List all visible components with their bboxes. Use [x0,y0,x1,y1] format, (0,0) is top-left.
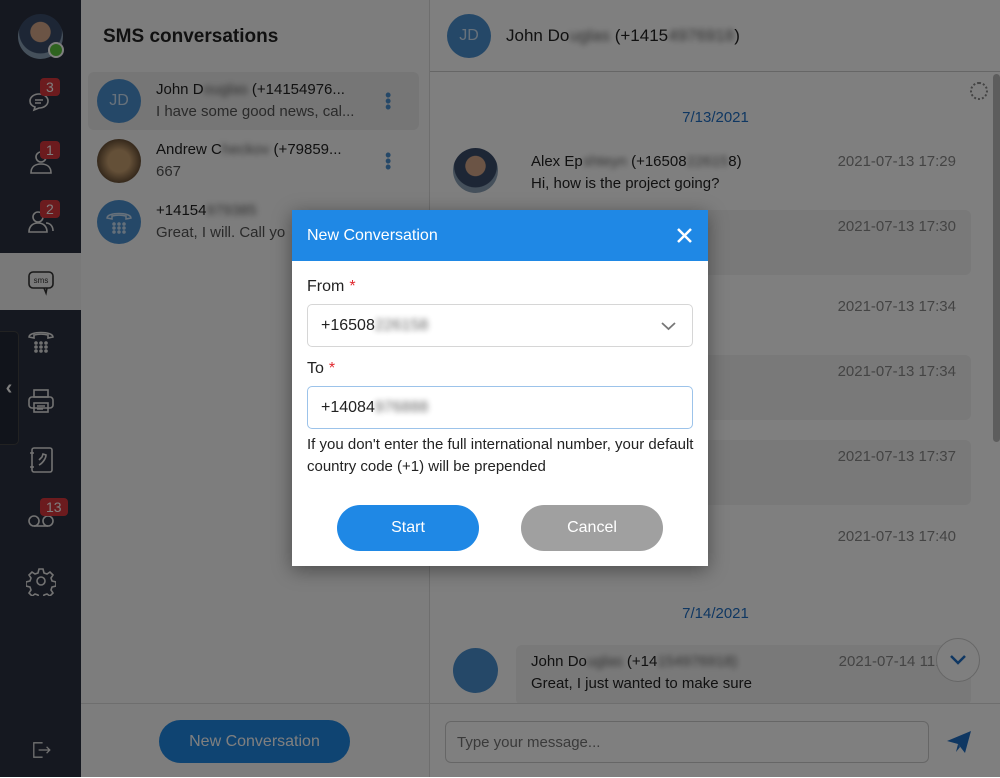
new-conversation-dialog: New Conversation From * +16508 226158 To * … [292,210,708,566]
from-label: From * [307,278,356,296]
from-select[interactable]: +16508 226158 [307,304,693,347]
from-value-redacted: 226158 [374,316,429,334]
chevron-down-icon [661,322,676,331]
cancel-button[interactable]: Cancel [521,505,663,551]
dialog-header: New Conversation [292,210,708,261]
from-value: +16508 [321,316,375,334]
required-marker: * [328,360,336,377]
start-button[interactable]: Start [337,505,479,551]
to-label: To * [307,360,335,378]
to-value: +14084 [321,398,375,416]
close-icon[interactable] [676,227,693,244]
to-input[interactable]: +14084 976888 [307,386,693,429]
required-marker: * [349,278,356,295]
label-text: From [307,278,345,295]
help-text: If you don't enter the full internationa… [307,436,694,475]
dialog-title: New Conversation [307,227,438,244]
to-value-redacted: 976888 [374,398,429,416]
label-text: To [307,360,324,377]
